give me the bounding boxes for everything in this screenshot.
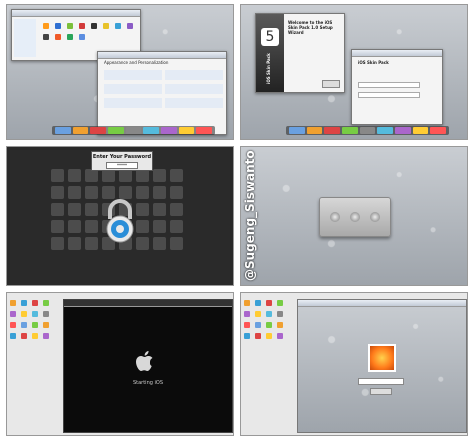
boot-status-text: Starting iOS	[132, 380, 164, 386]
installer-next-button[interactable]	[322, 80, 340, 88]
control-panel-heading: Appearance and Personalization	[104, 60, 169, 65]
dock[interactable]	[286, 126, 449, 135]
password-field[interactable]: *****	[106, 162, 138, 169]
padlock-icon	[103, 199, 137, 243]
switch-knob[interactable]	[330, 212, 340, 222]
switch-plate[interactable]	[319, 197, 391, 237]
explorer-titlebar[interactable]	[12, 10, 140, 17]
app-icon[interactable]	[91, 23, 97, 29]
panel-login-screen	[240, 292, 468, 436]
panel-explorer-control-panel: Appearance and Personalization	[6, 4, 234, 140]
app-icon[interactable]	[115, 23, 121, 29]
app-icon[interactable]	[67, 23, 73, 29]
desktop-icons-left	[9, 299, 50, 340]
password-dialog[interactable]: Enter Your Password *****	[91, 151, 153, 171]
control-panel-item[interactable]	[104, 98, 162, 108]
installer-caption: iOS Skin Pack	[266, 53, 271, 84]
boot-window[interactable]: Starting iOS	[63, 299, 233, 433]
control-panel-item[interactable]	[165, 98, 223, 108]
control-panel-item[interactable]	[104, 70, 162, 80]
switch-knob[interactable]	[350, 212, 360, 222]
dock[interactable]	[52, 126, 215, 135]
user-avatar-icon[interactable]	[368, 344, 396, 372]
installer-badge-icon: 5	[261, 28, 279, 46]
switch-knob[interactable]	[370, 212, 380, 222]
app-icon[interactable]	[79, 34, 85, 40]
control-panel-titlebar[interactable]	[98, 52, 226, 59]
apple-logo-icon	[134, 350, 158, 374]
panel-installer: 5 iOS Skin Pack Welcome to the iOS Skin …	[240, 4, 468, 140]
side-dialog-field[interactable]	[358, 82, 420, 88]
login-window-titlebar[interactable]	[298, 300, 466, 307]
side-dialog[interactable]: iOS Skin Pack	[351, 49, 443, 125]
password-title: Enter Your Password	[92, 154, 152, 160]
watermark-text: @Sugeng_Siswanto	[243, 150, 257, 281]
side-dialog-titlebar[interactable]	[352, 50, 442, 57]
panel-switch-plate: @Sugeng_Siswanto	[240, 146, 468, 286]
control-panel-items	[104, 70, 223, 108]
installer-title: Welcome to the iOS Skin Pack 1.0 Setup W…	[288, 20, 333, 35]
app-icon[interactable]	[127, 23, 133, 29]
login-button[interactable]	[370, 388, 392, 395]
control-panel-item[interactable]	[104, 84, 162, 94]
side-dialog-title: iOS Skin Pack	[358, 60, 389, 65]
app-icon[interactable]	[55, 34, 61, 40]
app-icon[interactable]	[67, 34, 73, 40]
side-dialog-field[interactable]	[358, 92, 420, 98]
app-icon[interactable]	[103, 23, 109, 29]
explorer-icon-grid	[42, 22, 135, 41]
desktop-icons-left	[243, 299, 284, 340]
control-panel-item[interactable]	[165, 84, 223, 94]
installer-window[interactable]: 5 iOS Skin Pack Welcome to the iOS Skin …	[255, 13, 345, 93]
app-icon[interactable]	[79, 23, 85, 29]
login-window[interactable]	[297, 299, 467, 433]
explorer-sidebar	[14, 19, 36, 57]
app-icon[interactable]	[55, 23, 61, 29]
login-password-field[interactable]	[358, 378, 404, 385]
boot-window-titlebar[interactable]	[64, 300, 232, 307]
panel-lock-screen: Enter Your Password *****	[6, 146, 234, 286]
control-panel-item[interactable]	[165, 70, 223, 80]
installer-side-banner: 5 iOS Skin Pack	[256, 14, 284, 92]
control-panel-window[interactable]: Appearance and Personalization	[97, 51, 227, 135]
panel-boot-screen: Starting iOS	[6, 292, 234, 436]
app-icon[interactable]	[43, 23, 49, 29]
app-icon[interactable]	[43, 34, 49, 40]
